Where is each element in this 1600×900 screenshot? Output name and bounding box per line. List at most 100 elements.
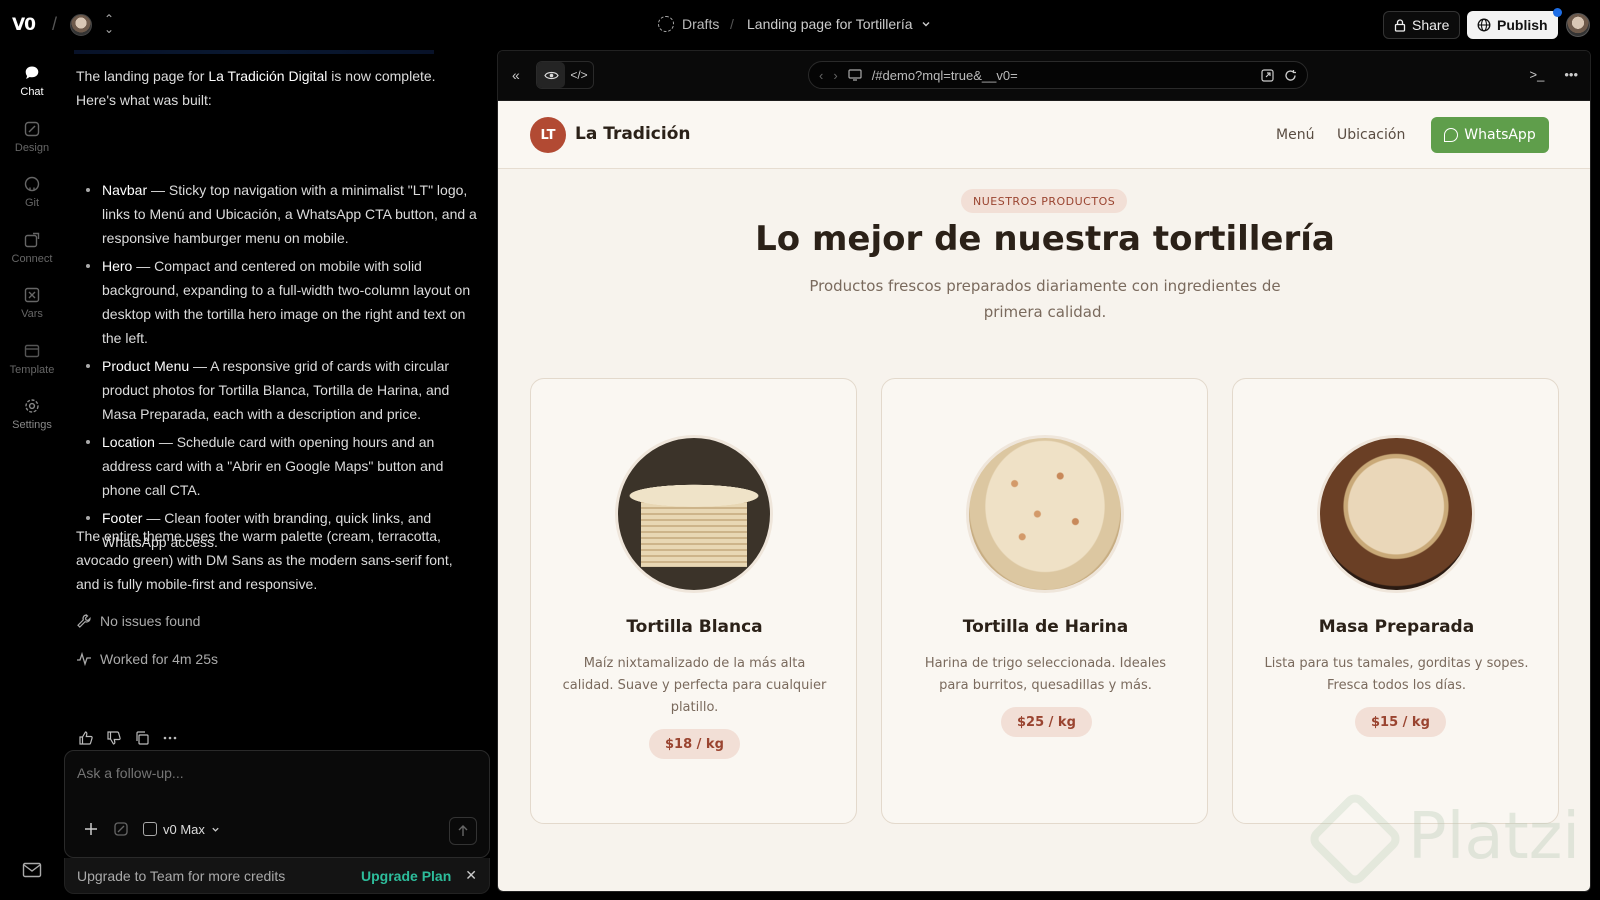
top-bar: V0 / ⌃ ⌄ Drafts / Landing page for Tortil…	[0, 0, 1600, 50]
nav-link-location[interactable]: Ubicación	[1337, 127, 1405, 143]
rail-item-connect[interactable]: Connect	[0, 231, 64, 265]
rail-label-connect: Connect	[11, 253, 53, 265]
user-avatar[interactable]	[1566, 13, 1590, 37]
preview-url[interactable]: /#demo?mql=true&__v0=	[872, 68, 1251, 83]
product-description: Harina de trigo seleccionada. Ideales pa…	[924, 656, 1167, 693]
gear-icon	[25, 399, 39, 413]
whatsapp-button[interactable]: WhatsApp	[1431, 117, 1549, 153]
nav-back-icon[interactable]: ‹	[819, 68, 823, 83]
model-selector[interactable]: v0 Max	[143, 822, 220, 837]
upgrade-banner: Upgrade to Team for more credits Upgrade…	[64, 858, 490, 894]
github-icon	[24, 176, 40, 192]
product-photo	[966, 435, 1124, 593]
rail-label-template: Template	[9, 364, 55, 376]
no-issues-status[interactable]: No issues found	[76, 613, 200, 629]
thumbs-down-icon[interactable]	[106, 730, 122, 746]
breadcrumb-drafts[interactable]: Drafts	[658, 16, 719, 32]
breadcrumb-separator: /	[730, 16, 734, 32]
send-button[interactable]	[449, 817, 477, 845]
product-description: Lista para tus tamales, gorditas y sopes…	[1264, 656, 1529, 693]
refresh-icon[interactable]	[1284, 69, 1297, 82]
terminal-icon[interactable]: >_	[1530, 67, 1545, 82]
rail-item-template[interactable]: Template	[0, 342, 64, 376]
product-name: Masa Preparada	[1318, 617, 1475, 637]
list-item: Navbar — Sticky top navigation with a mi…	[76, 178, 478, 250]
v0-logo[interactable]: V0	[12, 15, 36, 35]
code-view-icon[interactable]: </>	[565, 62, 593, 88]
product-name: Tortilla Blanca	[626, 617, 763, 637]
chat-panel: The landing page for La Tradición Digita…	[64, 50, 490, 900]
copy-icon[interactable]	[134, 730, 150, 746]
product-photo	[1317, 435, 1475, 593]
arrow-up-icon	[458, 825, 468, 836]
project-selector[interactable]: Landing page for Tortillería	[747, 16, 931, 32]
chat-bullet-list: Navbar — Sticky top navigation with a mi…	[76, 178, 478, 558]
list-item: Product Menu — A responsive grid of card…	[76, 354, 478, 426]
bullet-title: Hero	[102, 258, 133, 274]
list-item: Location — Schedule card with opening ho…	[76, 430, 478, 502]
preview-eye-icon[interactable]	[537, 62, 565, 88]
rail-item-vars[interactable]: Vars	[0, 286, 64, 320]
publish-label: Publish	[1497, 17, 1548, 33]
lock-icon	[1394, 18, 1406, 32]
site-navbar: LT La Tradición Menú Ubicación WhatsApp	[498, 101, 1590, 169]
follow-up-input[interactable]	[77, 765, 457, 781]
design-mode-icon[interactable]	[113, 821, 129, 837]
chat-summary: The entire theme uses the warm palette (…	[76, 528, 453, 592]
product-card-masa-preparada: Masa Preparada Lista para tus tamales, g…	[1232, 378, 1559, 824]
mail-icon[interactable]	[22, 862, 42, 878]
brand-name[interactable]: La Tradición	[575, 124, 691, 144]
product-card-tortilla-harina: Tortilla de Harina Harina de trigo selec…	[881, 378, 1208, 824]
share-button[interactable]: Share	[1383, 11, 1461, 39]
rail-item-design[interactable]: Design	[0, 120, 64, 154]
site-preview: LT La Tradición Menú Ubicación WhatsApp …	[498, 101, 1590, 891]
collapse-chat-icon[interactable]: «	[512, 67, 520, 83]
more-icon[interactable]: •••	[1564, 67, 1578, 82]
product-price: $18 / kg	[649, 729, 740, 759]
worked-for-label: Worked for 4m 25s	[100, 651, 219, 667]
left-rail: Chat Design Git Connect Vars Template Se…	[0, 50, 64, 900]
preview-actions: >_ •••	[1530, 67, 1578, 82]
model-chip-icon	[143, 822, 157, 836]
view-mode-toggle: </>	[536, 61, 594, 89]
nav-link-menu[interactable]: Menú	[1276, 127, 1314, 143]
bullet-title: Navbar	[102, 182, 148, 198]
bullet-title: Location	[102, 434, 155, 450]
team-switcher-chevron-icon[interactable]: ⌃ ⌄	[104, 13, 114, 35]
list-item: Hero — Compact and centered on mobile wi…	[76, 254, 478, 350]
publish-button[interactable]: Publish	[1467, 11, 1558, 39]
no-issues-label: No issues found	[100, 613, 201, 629]
globe-icon	[1477, 18, 1491, 32]
worked-for-status[interactable]: Worked for 4m 25s	[76, 651, 218, 667]
connect-icon	[24, 232, 40, 248]
open-external-icon[interactable]	[1261, 68, 1274, 82]
model-label: v0 Max	[163, 821, 205, 837]
device-icon[interactable]	[848, 69, 862, 81]
product-price: $25 / kg	[1001, 707, 1092, 737]
rail-label-vars: Vars	[21, 308, 43, 320]
design-icon	[24, 121, 40, 137]
upgrade-text: Upgrade to Team for more credits	[77, 867, 286, 884]
more-icon[interactable]	[162, 730, 178, 746]
team-avatar[interactable]	[70, 14, 92, 36]
activity-icon	[77, 651, 91, 667]
rail-item-git[interactable]: Git	[0, 175, 64, 209]
bullet-text: — Sticky top navigation with a minimalis…	[102, 182, 477, 246]
product-name: Tortilla de Harina	[962, 617, 1129, 637]
chat-intro: The landing page for La Tradición Digita…	[76, 64, 476, 112]
plus-icon[interactable]	[83, 821, 99, 837]
nav-forward-icon[interactable]: ›	[833, 68, 837, 83]
rail-item-chat[interactable]: Chat	[0, 64, 64, 98]
publish-notification-dot	[1553, 8, 1562, 17]
close-icon[interactable]: ✕	[465, 867, 477, 884]
rail-item-settings[interactable]: Settings	[0, 397, 64, 431]
bullet-title: Product Menu	[102, 358, 190, 374]
section-headline: Lo mejor de nuestra tortillería	[755, 219, 1335, 259]
rail-label-design: Design	[14, 142, 50, 154]
brand-logo[interactable]: LT	[530, 117, 566, 153]
thumbs-up-icon[interactable]	[78, 730, 94, 746]
project-name: Landing page for Tortillería	[747, 16, 913, 32]
upgrade-plan-link[interactable]: Upgrade Plan	[361, 868, 451, 884]
template-icon	[24, 344, 40, 358]
chat-icon	[25, 66, 39, 79]
